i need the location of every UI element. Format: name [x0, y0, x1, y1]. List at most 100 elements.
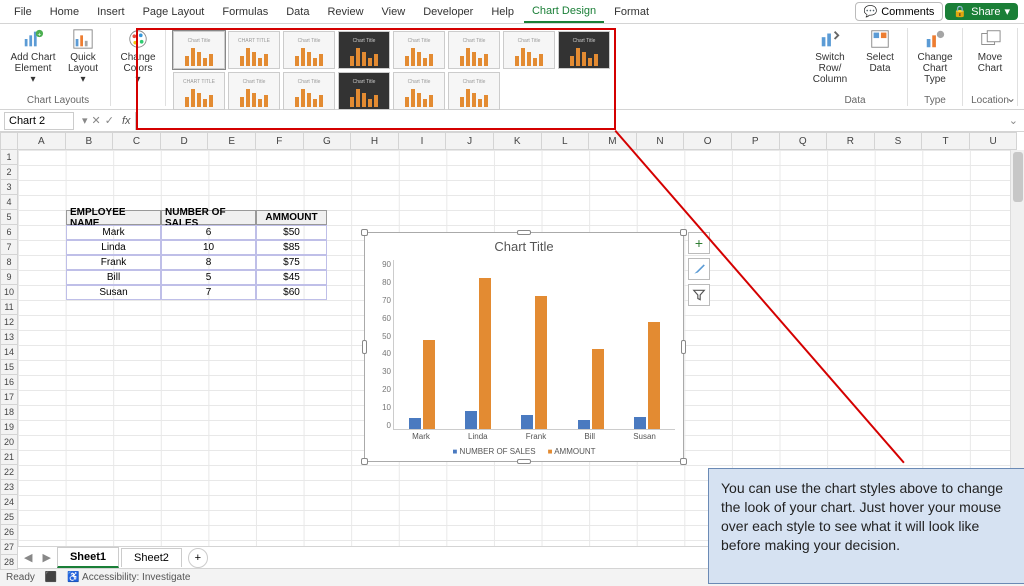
column-header[interactable]: F [256, 132, 304, 150]
formula-bar[interactable] [135, 112, 1003, 130]
chart-style-14[interactable]: Chart Title [448, 72, 500, 110]
chart-elements-button[interactable]: + [688, 232, 710, 254]
tab-view[interactable]: View [374, 2, 414, 22]
comments-button[interactable]: 💬Comments [855, 2, 944, 21]
column-header[interactable]: K [494, 132, 542, 150]
ribbon-collapse-icon[interactable]: ⌄ [1006, 91, 1016, 105]
namebox-dropdown-icon[interactable]: ▾ [82, 114, 88, 127]
chart-style-10[interactable]: Chart Title [228, 72, 280, 110]
chart-style-11[interactable]: Chart Title [283, 72, 335, 110]
row-header[interactable]: 16 [0, 375, 18, 390]
row-header[interactable]: 17 [0, 390, 18, 405]
chart-style-7[interactable]: Chart Title [503, 31, 555, 69]
tab-formulas[interactable]: Formulas [214, 2, 276, 22]
select-all-corner[interactable] [0, 132, 18, 150]
row-header[interactable]: 9 [0, 270, 18, 285]
tab-home[interactable]: Home [42, 2, 87, 22]
column-header[interactable]: D [161, 132, 209, 150]
row-header[interactable]: 28 [0, 555, 18, 570]
row-header[interactable]: 20 [0, 435, 18, 450]
row-header[interactable]: 26 [0, 525, 18, 540]
row-header[interactable]: 7 [0, 240, 18, 255]
row-header[interactable]: 15 [0, 360, 18, 375]
column-header[interactable]: L [542, 132, 590, 150]
tab-insert[interactable]: Insert [89, 2, 133, 22]
move-chart-button[interactable]: Move Chart [967, 28, 1013, 74]
row-header[interactable]: 1 [0, 150, 18, 165]
row-header[interactable]: 14 [0, 345, 18, 360]
row-header[interactable]: 19 [0, 420, 18, 435]
sheet-nav-prev-icon[interactable]: ◀ [20, 551, 36, 564]
chart-style-4[interactable]: Chart Title [338, 31, 390, 69]
select-data-button[interactable]: Select Data [857, 28, 903, 85]
row-header[interactable]: 23 [0, 480, 18, 495]
chart-style-5[interactable]: Chart Title [393, 31, 445, 69]
chart-styles-button[interactable] [688, 258, 710, 280]
row-header[interactable]: 12 [0, 315, 18, 330]
sheet-tab-1[interactable]: Sheet1 [57, 547, 119, 568]
tab-review[interactable]: Review [319, 2, 371, 22]
sheet-tab-2[interactable]: Sheet2 [121, 548, 182, 567]
column-header[interactable]: G [304, 132, 352, 150]
add-chart-element-button[interactable]: + Add Chart Element ▾ [10, 28, 56, 85]
chart-title[interactable]: Chart Title [365, 233, 683, 260]
tab-chart-design[interactable]: Chart Design [524, 1, 604, 23]
switch-row-column-button[interactable]: Switch Row/ Column [807, 28, 853, 85]
column-header[interactable]: U [970, 132, 1018, 150]
quick-layout-button[interactable]: Quick Layout ▾ [60, 28, 106, 85]
cells-area[interactable]: EMPLOYEE NAME NUMBER OF SALES AMMOUNT Ma… [18, 150, 1024, 546]
tab-format[interactable]: Format [606, 2, 657, 22]
column-header[interactable]: P [732, 132, 780, 150]
row-header[interactable]: 10 [0, 285, 18, 300]
chart-style-12[interactable]: Chart Title [338, 72, 390, 110]
embedded-chart[interactable]: Chart Title 9080706050403020100 MarkLind… [364, 232, 684, 462]
row-header[interactable]: 22 [0, 465, 18, 480]
change-chart-type-button[interactable]: Change Chart Type [912, 28, 958, 85]
chart-style-2[interactable]: CHART TITLE [228, 31, 280, 69]
formula-bar-expand-icon[interactable]: ⌄ [1003, 114, 1024, 127]
change-colors-button[interactable]: Change Colors ▾ [115, 28, 161, 85]
share-button[interactable]: 🔒Share▾ [945, 3, 1018, 20]
row-header[interactable]: 21 [0, 450, 18, 465]
chart-style-13[interactable]: Chart Title [393, 72, 445, 110]
column-header[interactable]: T [922, 132, 970, 150]
sheet-nav-next-icon[interactable]: ▶ [38, 551, 54, 564]
row-header[interactable]: 25 [0, 510, 18, 525]
fx-icon[interactable]: fx [118, 115, 135, 127]
column-header[interactable]: E [208, 132, 256, 150]
formula-confirm-icon[interactable]: ✓ [105, 114, 114, 127]
row-header[interactable]: 11 [0, 300, 18, 315]
column-header[interactable]: M [589, 132, 637, 150]
tab-data[interactable]: Data [278, 2, 317, 22]
column-header[interactable]: N [637, 132, 685, 150]
tab-developer[interactable]: Developer [415, 2, 481, 22]
macro-record-icon[interactable]: ⬛ [45, 572, 57, 583]
column-header[interactable]: R [827, 132, 875, 150]
column-header[interactable]: O [684, 132, 732, 150]
row-header[interactable]: 3 [0, 180, 18, 195]
name-box[interactable]: Chart 2 [4, 112, 74, 130]
row-header[interactable]: 4 [0, 195, 18, 210]
tab-help[interactable]: Help [483, 2, 522, 22]
row-header[interactable]: 13 [0, 330, 18, 345]
chart-style-1[interactable]: Chart Title [173, 31, 225, 69]
column-header[interactable]: C [113, 132, 161, 150]
row-header[interactable]: 27 [0, 540, 18, 555]
accessibility-status[interactable]: ♿ Accessibility: Investigate [67, 572, 190, 583]
column-header[interactable]: I [399, 132, 447, 150]
row-header[interactable]: 6 [0, 225, 18, 240]
column-header[interactable]: A [18, 132, 66, 150]
tab-page-layout[interactable]: Page Layout [135, 2, 213, 22]
column-header[interactable]: J [446, 132, 494, 150]
chart-style-9[interactable]: CHART TITLE [173, 72, 225, 110]
row-header[interactable]: 5 [0, 210, 18, 225]
formula-cancel-icon[interactable]: ✕ [92, 114, 101, 127]
row-header[interactable]: 8 [0, 255, 18, 270]
chart-filters-button[interactable] [688, 284, 710, 306]
chart-style-8[interactable]: Chart Title [558, 31, 610, 69]
chart-style-6[interactable]: Chart Title [448, 31, 500, 69]
column-header[interactable]: S [875, 132, 923, 150]
column-header[interactable]: B [66, 132, 114, 150]
row-header[interactable]: 2 [0, 165, 18, 180]
column-header[interactable]: H [351, 132, 399, 150]
